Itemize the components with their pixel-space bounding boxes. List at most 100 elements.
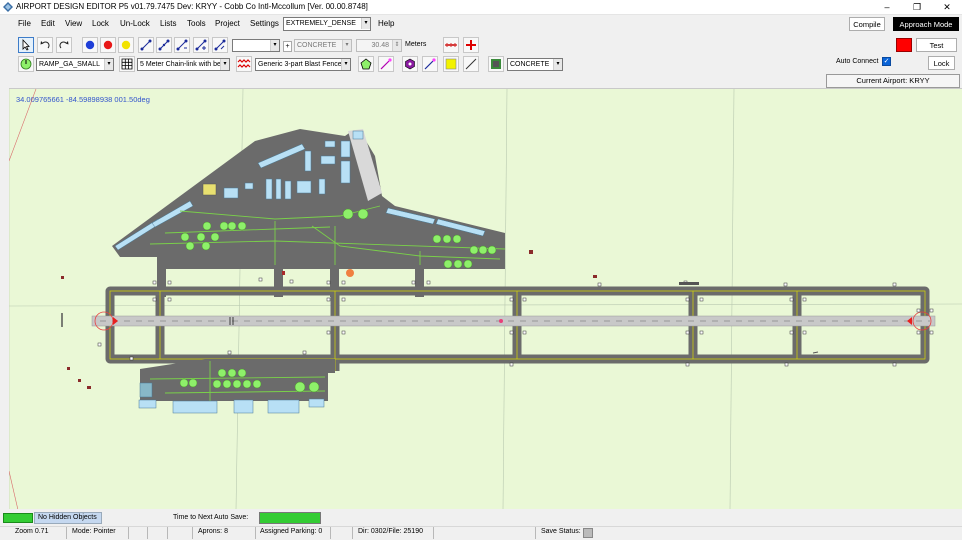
menu-settings[interactable]: Settings [250, 19, 279, 28]
polygon-tool-button[interactable] [358, 56, 374, 72]
map-grid-lines [9, 89, 962, 509]
line-segment-icon [140, 39, 152, 51]
add-point-button[interactable] [463, 37, 479, 53]
save-status: Save Status: [541, 528, 581, 535]
blue-point-button[interactable] [82, 37, 98, 53]
blue-dot-icon [85, 40, 95, 50]
menu-help[interactable]: Help [378, 19, 394, 28]
fence-grid-icon [121, 58, 133, 70]
ramp-start-icon [20, 58, 32, 70]
runway-midpoint [499, 319, 503, 323]
fence-select[interactable]: 5 Meter Chain-link with be ▾ [137, 58, 230, 71]
line-segment-icon [176, 39, 188, 51]
hidden-objects-label: No Hidden Objects [34, 512, 102, 524]
pointer-tool-button[interactable] [18, 37, 34, 53]
window-title: AIRPORT DESIGN EDITOR P5 v01.79.7475 Dev… [16, 2, 368, 11]
yellow-hangar [202, 183, 217, 196]
undo-button[interactable] [37, 37, 53, 53]
fence-tool-button[interactable] [119, 56, 135, 72]
surface2-select[interactable]: CONCRETE ▾ [507, 58, 563, 71]
undo-icon [40, 41, 50, 49]
auto-connect-checkbox[interactable]: ✓ [882, 57, 891, 66]
hexagon-tool-button[interactable] [402, 56, 418, 72]
density-select[interactable]: EXTREMELY_DENSE ▾ [283, 17, 371, 31]
redo-icon [59, 41, 69, 49]
line-tool-1-button[interactable] [138, 37, 154, 53]
airport-layout [9, 89, 962, 509]
status-separator [147, 527, 148, 539]
type-select[interactable]: ▾ [232, 39, 280, 52]
chevron-down-icon: ▾ [341, 59, 350, 70]
surface-select[interactable]: CONCRETE ▾ [294, 39, 352, 52]
line-tool-3-button[interactable] [174, 37, 190, 53]
line-tool-2-button[interactable] [156, 37, 172, 53]
lock-button[interactable]: Lock [928, 56, 955, 70]
redo-button[interactable] [56, 37, 72, 53]
wand-blue-button[interactable] [422, 56, 438, 72]
apron-tool-button[interactable] [488, 56, 504, 72]
parking-status: Assigned Parking: 0 [260, 528, 323, 535]
measure-button[interactable] [443, 37, 459, 53]
add-button[interactable]: + [283, 41, 292, 52]
line-segment-icon [158, 39, 170, 51]
wand-icon [380, 58, 392, 70]
compile-button[interactable]: Compile [849, 17, 885, 31]
auto-save-label: Time to Next Auto Save: [173, 514, 249, 521]
yellow-dot-icon [121, 40, 131, 50]
chevron-down-icon: ▾ [220, 59, 229, 70]
width-stepper[interactable]: 30.48 ⇕ [356, 39, 402, 52]
status-separator [128, 527, 129, 539]
ramp-select-value: RAMP_GA_SMALL [39, 61, 101, 68]
menu-tools[interactable]: Tools [187, 19, 206, 28]
red-point-button[interactable] [100, 37, 116, 53]
blast-fence-select-value: Generic 3-part Blast Fence [258, 61, 342, 68]
ramp-select[interactable]: RAMP_GA_SMALL ▾ [36, 58, 114, 71]
status-bar-bottom [0, 526, 962, 540]
test-button[interactable]: Test [916, 38, 957, 52]
menu-file[interactable]: File [18, 19, 31, 28]
north-apron [112, 129, 505, 269]
menu-view[interactable]: View [65, 19, 82, 28]
yellow-point-button[interactable] [118, 37, 134, 53]
green-polygon-icon [360, 58, 372, 70]
title-bar: AIRPORT DESIGN EDITOR P5 v01.79.7475 Dev… [0, 0, 962, 15]
menu-project[interactable]: Project [215, 19, 240, 28]
surface2-select-value: CONCRETE [510, 61, 550, 68]
yellow-area-button[interactable] [443, 56, 459, 72]
auto-save-progress-fill [260, 513, 320, 523]
chevron-down-icon: ▾ [104, 59, 113, 70]
units-label: Meters [405, 41, 427, 48]
menu-edit[interactable]: Edit [41, 19, 55, 28]
red-plus-icon [466, 40, 476, 50]
status-separator [433, 527, 434, 539]
menu-unlock[interactable]: Un-Lock [120, 19, 150, 28]
color-swatch[interactable] [896, 38, 912, 52]
status-bar-top [0, 510, 962, 526]
magic-wand-button[interactable] [378, 56, 394, 72]
close-button[interactable]: ✕ [932, 0, 962, 15]
blast-fence-select[interactable]: Generic 3-part Blast Fence ▾ [255, 58, 351, 71]
menu-lock[interactable]: Lock [92, 19, 109, 28]
approach-mode-button[interactable]: Approach Mode [893, 17, 959, 31]
width-value: 30.48 [371, 42, 389, 49]
diagonal-line-icon [465, 58, 477, 70]
blast-fence-tool-button[interactable] [236, 56, 252, 72]
chevron-down-icon: ▾ [270, 40, 279, 51]
status-separator [535, 527, 536, 539]
wand-blue-icon [424, 58, 436, 70]
blast-fence-icon [237, 59, 251, 68]
ramp-tool-button[interactable] [18, 56, 34, 72]
airport-map-canvas[interactable]: 34.009765661 -84.59898938 001.50deg [9, 88, 962, 509]
aprons-status: Aprons: 8 [198, 528, 228, 535]
current-airport-label: Current Airport: KRYY [826, 74, 960, 88]
purple-hexagon-icon [405, 58, 415, 70]
line-tool-5-button[interactable] [212, 37, 228, 53]
pointer-icon [22, 38, 30, 51]
minimize-button[interactable]: – [872, 0, 902, 15]
line-tool-4-button[interactable] [193, 37, 209, 53]
menu-lists[interactable]: Lists [160, 19, 176, 28]
line-draw-button[interactable] [463, 56, 479, 72]
zoom-status: Zoom 0.71 [15, 528, 49, 535]
save-status-indicator [583, 528, 593, 538]
maximize-button[interactable]: ❐ [902, 0, 932, 15]
